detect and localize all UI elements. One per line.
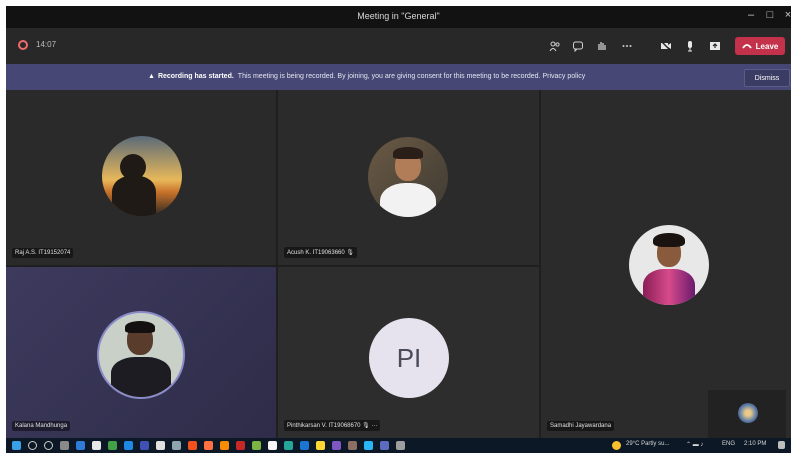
meeting-timer: 14:07 — [36, 40, 57, 49]
dismiss-button[interactable]: Dismiss — [744, 69, 790, 87]
people-icon — [549, 41, 560, 52]
banner-title: Recording has started. — [157, 73, 234, 80]
app-icon[interactable] — [188, 441, 197, 450]
banner-message: ▲ Recording has started. This meeting is b… — [148, 73, 585, 80]
avatar — [102, 136, 182, 216]
app-icon[interactable] — [124, 441, 133, 450]
store-icon[interactable] — [92, 441, 101, 450]
warning-icon: ▲ — [148, 73, 155, 80]
share-screen-icon — [710, 42, 720, 50]
participant-name: Kalana Mandhunga — [12, 421, 71, 431]
participant-name-text: Pinthikarsan V. IT19068670 — [287, 423, 361, 429]
mic-toggle-button[interactable] — [681, 37, 699, 55]
task-view-icon[interactable] — [60, 441, 69, 450]
app-icon[interactable] — [300, 441, 309, 450]
avatar — [629, 225, 709, 305]
leave-label: Leave — [755, 41, 779, 51]
participant-name: Raj A.S. IT19152074 — [12, 248, 74, 258]
mic-off-icon: 🎙 — [346, 250, 355, 256]
recording-timer-icon — [18, 40, 28, 50]
more-icon — [622, 45, 632, 47]
avatar-initials: PI — [369, 318, 449, 398]
app-icon[interactable] — [348, 441, 357, 450]
language-indicator[interactable]: ENG — [722, 441, 735, 447]
self-view[interactable] — [708, 390, 786, 438]
title-bar: Meeting in "General" – □ × — [6, 6, 791, 28]
chat-icon — [573, 41, 583, 52]
app-icon[interactable] — [156, 441, 165, 450]
participant-name-text: Acush K. IT19063660 — [287, 250, 345, 256]
windows-start-icon[interactable] — [12, 441, 21, 450]
tray-icons[interactable]: ⌃ ▬ ♪ — [686, 441, 703, 448]
raise-hand-icon — [598, 42, 606, 50]
avatar — [368, 137, 448, 217]
participant-name: Acush K. IT19063660 🎙 — [284, 247, 358, 258]
app-icon[interactable] — [316, 441, 325, 450]
participant-tile[interactable]: Samadhi Jayawardana — [541, 90, 791, 438]
app-icon[interactable] — [284, 441, 293, 450]
participants-button[interactable] — [546, 37, 564, 55]
windows-taskbar: 29°C Partly su... ⌃ ▬ ♪ ENG 2:10 PM — [6, 438, 791, 453]
more-actions-button[interactable] — [618, 37, 636, 55]
teams-meeting-window: Meeting in "General" – □ × 14:07 Leave ▲… — [6, 6, 791, 453]
app-icon[interactable] — [172, 441, 181, 450]
window-title: Meeting in "General" — [357, 11, 440, 21]
minimize-button[interactable]: – — [744, 9, 758, 21]
initials: PI — [396, 342, 422, 373]
participant-tile-active-speaker[interactable]: Kalana Mandhunga — [6, 267, 276, 438]
leave-button[interactable]: Leave — [735, 37, 785, 55]
recording-banner: ▲ Recording has started. This meeting is b… — [6, 64, 791, 90]
close-button[interactable]: × — [781, 9, 791, 21]
app-icon[interactable] — [204, 441, 213, 450]
weather-icon[interactable] — [612, 441, 621, 450]
participant-tile[interactable]: Raj A.S. IT19152074 — [6, 90, 276, 265]
participant-tile[interactable]: PI Pinthikarsan V. IT19068670 🎙 ··· — [278, 267, 539, 438]
participant-name: Samadhi Jayawardana — [547, 421, 615, 431]
search-icon[interactable] — [28, 441, 37, 450]
camera-toggle-button[interactable] — [657, 37, 675, 55]
phone-hangup-icon — [741, 44, 752, 49]
share-screen-button[interactable] — [706, 37, 724, 55]
visual-studio-icon[interactable] — [332, 441, 341, 450]
app-icon[interactable] — [236, 441, 245, 450]
teams-icon[interactable] — [380, 441, 389, 450]
participant-name: Pinthikarsan V. IT19068670 🎙 ··· — [284, 420, 381, 431]
banner-body: This meeting is being recorded. By joini… — [237, 73, 586, 80]
app-icon[interactable] — [76, 441, 85, 450]
maximize-button[interactable]: □ — [763, 9, 777, 21]
chat-button[interactable] — [569, 37, 587, 55]
self-avatar — [738, 403, 758, 423]
more-icon[interactable]: ··· — [371, 423, 377, 429]
app-icon[interactable] — [220, 441, 229, 450]
app-icon[interactable] — [268, 441, 277, 450]
vscode-icon[interactable] — [364, 441, 373, 450]
video-off-icon — [660, 40, 672, 52]
app-icon[interactable] — [396, 441, 405, 450]
reactions-button[interactable] — [593, 37, 611, 55]
weather-text[interactable]: 29°C Partly su... — [626, 441, 669, 447]
participant-tile[interactable]: Acush K. IT19063660 🎙 — [278, 90, 539, 265]
meeting-toolbar: 14:07 Leave — [6, 28, 791, 64]
notification-icon[interactable] — [778, 441, 785, 449]
clock[interactable]: 2:10 PM — [744, 441, 766, 447]
app-icon[interactable] — [252, 441, 261, 450]
mic-off-icon: 🎙 — [362, 423, 370, 429]
app-icon[interactable] — [140, 441, 149, 450]
avatar — [97, 311, 185, 399]
app-icon[interactable] — [108, 441, 117, 450]
microphone-icon — [688, 41, 692, 52]
cortana-icon[interactable] — [44, 441, 53, 450]
